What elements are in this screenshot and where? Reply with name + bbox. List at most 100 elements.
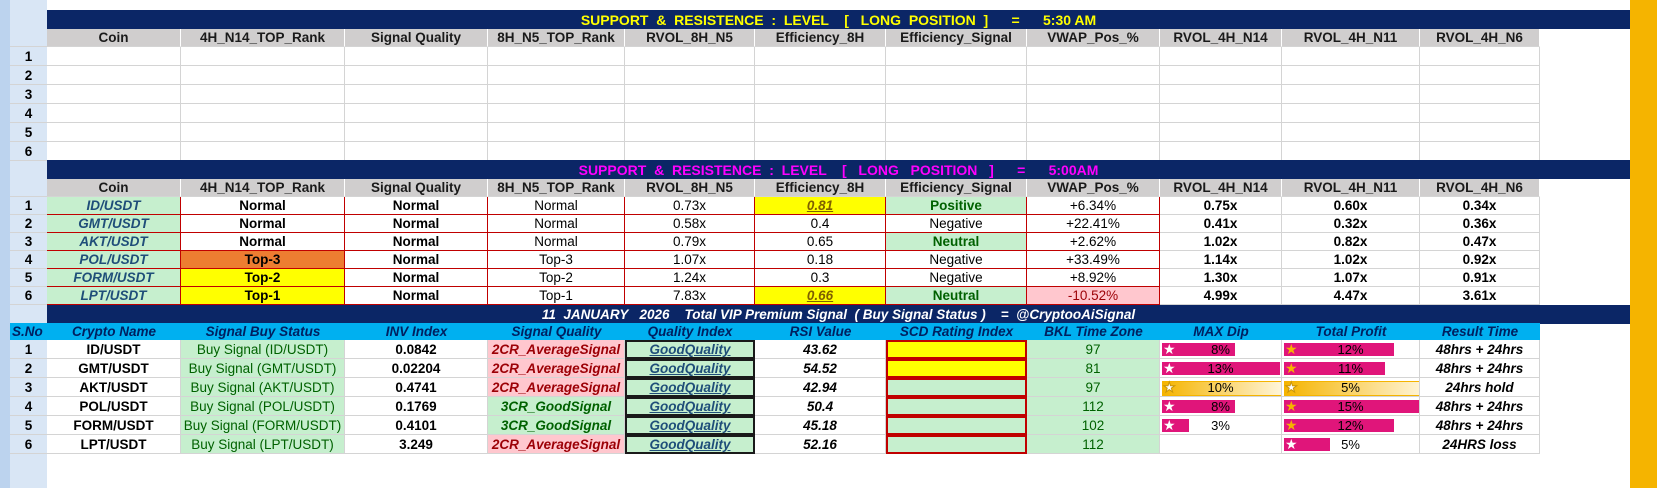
column-header[interactable]: RVOL_4H_N11: [1282, 179, 1420, 197]
empty-cell[interactable]: [1420, 66, 1540, 85]
column-header[interactable]: RVOL_8H_N5: [625, 29, 755, 47]
cell-effsig[interactable]: Negative: [886, 269, 1027, 287]
cell-r8[interactable]: Normal: [488, 215, 625, 233]
cell-r8[interactable]: Top-1: [488, 287, 625, 305]
empty-cell[interactable]: [47, 66, 181, 85]
column-header[interactable]: Signal Quality: [345, 179, 488, 197]
cell-eff[interactable]: 0.81: [755, 197, 886, 215]
cell-r8[interactable]: Top-2: [488, 269, 625, 287]
result-time[interactable]: 24hrs hold: [1420, 378, 1540, 397]
inv-index[interactable]: 0.0842: [345, 340, 488, 359]
rsi-value[interactable]: 42.94: [755, 378, 886, 397]
empty-cell[interactable]: [625, 47, 755, 66]
cell-a[interactable]: 0.41x: [1160, 215, 1282, 233]
quality-index[interactable]: GoodQuality: [625, 359, 755, 378]
empty-cell[interactable]: [625, 85, 755, 104]
column-header[interactable]: 8H_N5_TOP_Rank: [488, 29, 625, 47]
cell-rv8[interactable]: 1.07x: [625, 251, 755, 269]
cell-rv8[interactable]: 0.79x: [625, 233, 755, 251]
cell-effsig[interactable]: Neutral: [886, 287, 1027, 305]
empty-cell[interactable]: [886, 47, 1027, 66]
max-dip[interactable]: ★ 8%: [1160, 397, 1282, 416]
cell-vwap[interactable]: +22.41%: [1027, 215, 1160, 233]
scd-rating-index[interactable]: [886, 359, 1027, 378]
column-header[interactable]: Result Time: [1420, 323, 1540, 340]
signal-quality[interactable]: 2CR_AverageSignal: [488, 340, 625, 359]
signal-buy-status[interactable]: Buy Signal (LPT/USDT): [181, 435, 345, 454]
empty-cell[interactable]: [181, 123, 345, 142]
empty-cell[interactable]: [1160, 123, 1282, 142]
empty-cell[interactable]: [1420, 104, 1540, 123]
empty-cell[interactable]: [886, 104, 1027, 123]
crypto-name[interactable]: POL/USDT: [47, 397, 181, 416]
total-profit[interactable]: ★ 5%: [1282, 378, 1420, 397]
empty-cell[interactable]: [345, 123, 488, 142]
empty-cell[interactable]: [1027, 47, 1160, 66]
empty-cell[interactable]: [181, 142, 345, 161]
cell-b[interactable]: 0.60x: [1282, 197, 1420, 215]
empty-cell[interactable]: [1282, 66, 1420, 85]
cell-c[interactable]: 0.47x: [1420, 233, 1540, 251]
cell-c[interactable]: 0.92x: [1420, 251, 1540, 269]
signal-quality[interactable]: 2CR_AverageSignal: [488, 378, 625, 397]
empty-cell[interactable]: [1160, 66, 1282, 85]
cell-sq[interactable]: Normal: [345, 269, 488, 287]
cell-b[interactable]: 0.32x: [1282, 215, 1420, 233]
inv-index[interactable]: 0.4101: [345, 416, 488, 435]
cell-c[interactable]: 0.36x: [1420, 215, 1540, 233]
cell-coin[interactable]: AKT/USDT: [47, 233, 181, 251]
empty-cell[interactable]: [488, 142, 625, 161]
cell-rv8[interactable]: 7.83x: [625, 287, 755, 305]
empty-cell[interactable]: [181, 47, 345, 66]
signal-quality[interactable]: 2CR_AverageSignal: [488, 435, 625, 454]
bkl-time-zone[interactable]: 112: [1027, 435, 1160, 454]
cell-sq[interactable]: Normal: [345, 215, 488, 233]
cell-c[interactable]: 0.34x: [1420, 197, 1540, 215]
column-header[interactable]: Quality Index: [625, 323, 755, 340]
cell-coin[interactable]: ID/USDT: [47, 197, 181, 215]
empty-cell[interactable]: [886, 66, 1027, 85]
bkl-time-zone[interactable]: 81: [1027, 359, 1160, 378]
cell-b[interactable]: 1.02x: [1282, 251, 1420, 269]
empty-cell[interactable]: [886, 123, 1027, 142]
crypto-name[interactable]: ID/USDT: [47, 340, 181, 359]
empty-cell[interactable]: [1420, 142, 1540, 161]
cell-effsig[interactable]: Negative: [886, 215, 1027, 233]
rsi-value[interactable]: 54.52: [755, 359, 886, 378]
empty-cell[interactable]: [345, 142, 488, 161]
crypto-name[interactable]: LPT/USDT: [47, 435, 181, 454]
empty-cell[interactable]: [625, 66, 755, 85]
empty-cell[interactable]: [488, 123, 625, 142]
cell-r4[interactable]: Normal: [181, 233, 345, 251]
rsi-value[interactable]: 50.4: [755, 397, 886, 416]
column-header[interactable]: Efficiency_8H: [755, 29, 886, 47]
total-profit[interactable]: ★ 12%: [1282, 340, 1420, 359]
empty-cell[interactable]: [345, 104, 488, 123]
column-header[interactable]: 4H_N14_TOP_Rank: [181, 29, 345, 47]
signal-quality[interactable]: 3CR_GoodSignal: [488, 416, 625, 435]
quality-index[interactable]: GoodQuality: [625, 416, 755, 435]
cell-eff[interactable]: 0.3: [755, 269, 886, 287]
quality-index[interactable]: GoodQuality: [625, 378, 755, 397]
cell-r4[interactable]: Top-2: [181, 269, 345, 287]
max-dip[interactable]: ★ 3%: [1160, 416, 1282, 435]
cell-coin[interactable]: POL/USDT: [47, 251, 181, 269]
signal-buy-status[interactable]: Buy Signal (GMT/USDT): [181, 359, 345, 378]
result-time[interactable]: 48hrs + 24hrs: [1420, 340, 1540, 359]
total-profit[interactable]: ★ 15%: [1282, 397, 1420, 416]
empty-cell[interactable]: [1420, 85, 1540, 104]
cell-rv8[interactable]: 0.73x: [625, 197, 755, 215]
empty-cell[interactable]: [1160, 142, 1282, 161]
cell-r4[interactable]: Normal: [181, 197, 345, 215]
bkl-time-zone[interactable]: 102: [1027, 416, 1160, 435]
column-header[interactable]: RVOL_4H_N6: [1420, 179, 1540, 197]
cell-eff[interactable]: 0.66: [755, 287, 886, 305]
cell-vwap[interactable]: +33.49%: [1027, 251, 1160, 269]
empty-cell[interactable]: [488, 104, 625, 123]
max-dip[interactable]: ★ 10%: [1160, 378, 1282, 397]
empty-cell[interactable]: [1160, 47, 1282, 66]
cell-b[interactable]: 1.07x: [1282, 269, 1420, 287]
cell-effsig[interactable]: Positive: [886, 197, 1027, 215]
cell-sq[interactable]: Normal: [345, 197, 488, 215]
cell-rv8[interactable]: 1.24x: [625, 269, 755, 287]
